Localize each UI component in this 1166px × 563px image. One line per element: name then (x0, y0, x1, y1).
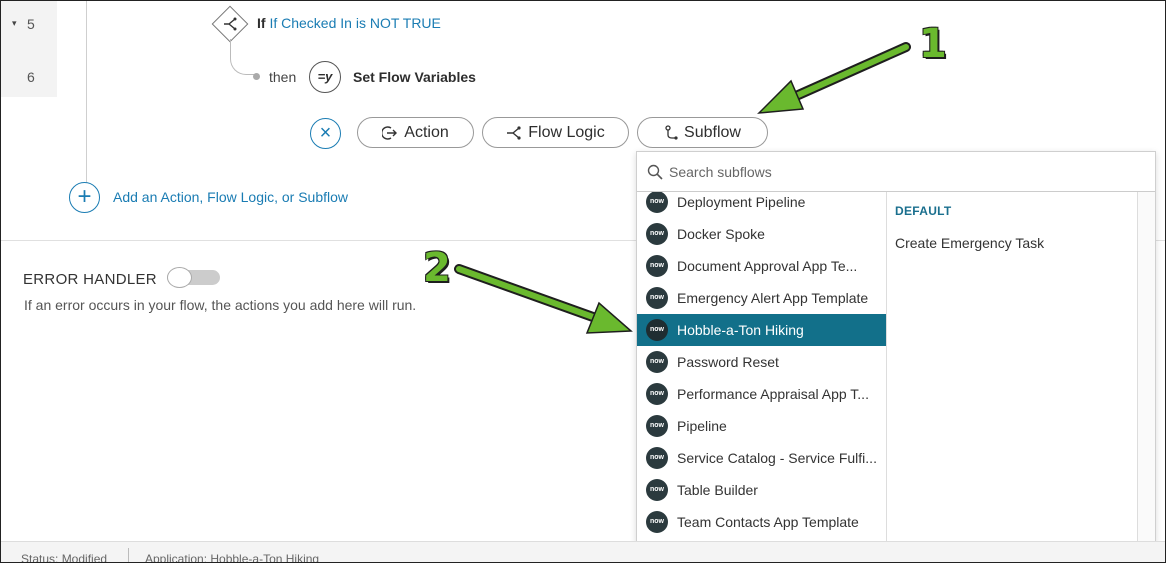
callout-arrow-2 (454, 264, 633, 334)
callout-number-2: 2 (423, 245, 451, 291)
callout-arrow-1 (757, 42, 911, 114)
callout-number-1: 1 (919, 21, 947, 67)
annotation-arrows (454, 42, 911, 334)
flow-designer-window: ▾ 5 6 If If Checked In is NOT TRUE then … (0, 0, 1166, 563)
